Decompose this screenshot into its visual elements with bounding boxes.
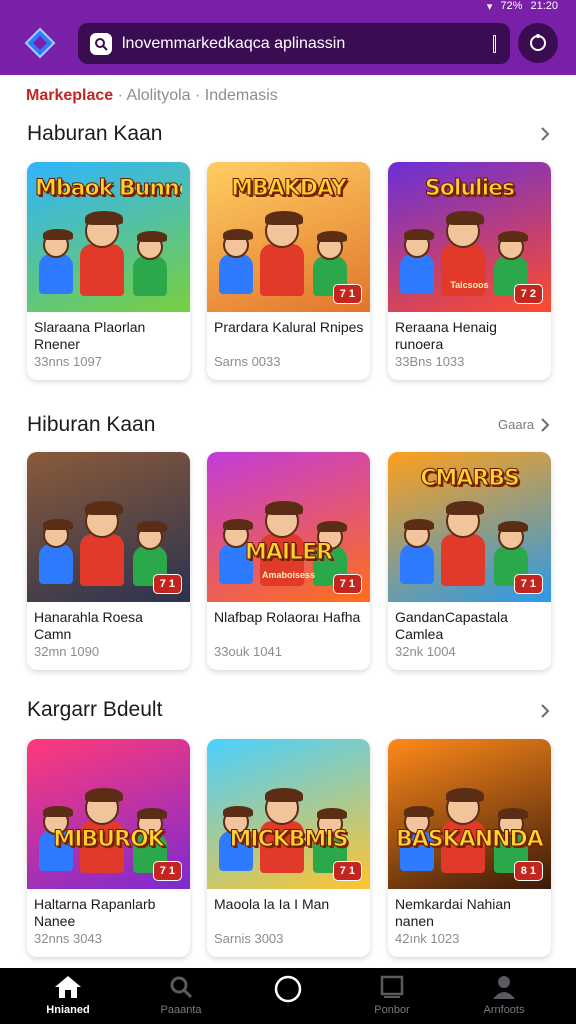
game-title[interactable]: Maoola la Ia I Man	[214, 896, 364, 913]
game-card[interactable]: BASKANNDAS 8 1 Nemkardai Nahian nanen 42ınk…	[388, 739, 551, 957]
game-logo-text: MBAKDAY	[231, 176, 348, 201]
voice-search-button[interactable]	[518, 23, 558, 63]
section-title: Hiburan Kaan	[27, 413, 156, 436]
nav-label: Hnianed	[46, 1004, 90, 1016]
nav-item-home[interactable]: Hnianed	[23, 974, 113, 1020]
game-logo-text: BASKANNDAS	[396, 827, 543, 852]
game-meta: 42ınk 1023	[395, 931, 460, 946]
game-title[interactable]: Haltarna Rapanlarb Nanee	[34, 896, 184, 930]
game-title[interactable]: Prardara Kalural Rnipes	[214, 319, 364, 336]
game-thumbnail[interactable]: CMARBS 7 1	[388, 452, 551, 602]
home-icon	[55, 976, 81, 998]
status-time: 21:20	[530, 0, 558, 12]
battery-label: 72%	[500, 0, 523, 12]
rating-badge: 7 1	[332, 861, 362, 881]
top-app-bar: ▾ 72% 21:20 lnovemmarkedkaqca aplinassin	[0, 0, 576, 75]
game-logo-text: MAILER	[244, 540, 333, 565]
chevron-right-icon[interactable]	[538, 704, 552, 718]
game-thumbnail[interactable]: MBAKDAY 7 1	[207, 162, 370, 312]
game-logo-text: Mbaok Bunnois!	[35, 176, 182, 201]
game-logo-text: MIBUROK	[53, 827, 165, 852]
game-title[interactable]: Nemkardai Nahian nanen	[395, 896, 545, 930]
game-meta: 32nns 3043	[34, 931, 102, 946]
game-card[interactable]: MICKBMIS 7 1 Maoola la Ia I Man Sarnis 3003	[207, 739, 370, 957]
square-icon	[380, 975, 404, 998]
game-meta: Sarns 0033	[214, 354, 281, 369]
rating-badge: 7 1	[513, 574, 543, 594]
game-thumbnail[interactable]: BASKANNDAS 8 1	[388, 739, 551, 889]
game-card[interactable]: Solulies Taicsoos 7 2 Reraana Henaig runoer…	[388, 162, 551, 380]
nav-label: Arnfoots	[483, 1004, 525, 1016]
section-title: Haburan Kaan	[27, 122, 163, 145]
text-cursor-icon	[493, 34, 496, 53]
game-card[interactable]: MAILER Amaboisess 7 1 Nlafbap Rolaoraı Hafh…	[207, 452, 370, 670]
refresh-icon	[530, 34, 546, 51]
bottom-navigation: Hnianed Paaanta Ponbor Arnfoots	[0, 968, 576, 1024]
game-meta: 33nns 1097	[34, 354, 102, 369]
app-logo-icon[interactable]	[24, 27, 56, 59]
game-thumbnail[interactable]: MAILER Amaboisess 7 1	[207, 452, 370, 602]
nav-label: Ponbor	[374, 1004, 410, 1016]
game-card[interactable]: CMARBS 7 1 GandanCapastala Camlea 32nk 1004	[388, 452, 551, 670]
search-bar[interactable]: lnovemmarkedkaqca aplinassin	[78, 23, 510, 64]
nav-label: Paaanta	[160, 1004, 202, 1016]
nav-item-library[interactable]: Ponbor	[347, 974, 437, 1020]
nav-item-search[interactable]: Paaanta	[136, 974, 226, 1020]
game-title[interactable]: Nlafbap Rolaoraı Hafha	[214, 609, 364, 626]
game-thumbnail[interactable]: MIBUROK 7 1	[27, 739, 190, 889]
see-all-link[interactable]: Gaara	[498, 417, 534, 432]
breadcrumb-separator: ·	[117, 87, 123, 104]
game-title[interactable]: Slaraana Plaorlan Rnener	[34, 319, 184, 353]
breadcrumb-marketplace[interactable]: Markeplace	[26, 87, 113, 104]
game-thumbnail[interactable]: MICKBMIS 7 1	[207, 739, 370, 889]
rating-badge: 7 1	[152, 861, 182, 881]
game-card[interactable]: 7 1 Hanarahla Roesa Camn 32mn 1090	[27, 452, 190, 670]
section-title: Kargarr Bdeult	[27, 698, 163, 721]
game-card[interactable]: MIBUROK 7 1 Haltarna Rapanlarb Nanee 32nns …	[27, 739, 190, 957]
rating-badge: 7 1	[332, 574, 362, 594]
rating-badge: 7 1	[332, 284, 362, 304]
nav-item-profile[interactable]: Arnfoots	[459, 974, 549, 1020]
rating-badge: 7 2	[513, 284, 543, 304]
game-thumbnail[interactable]: 7 1	[27, 452, 190, 602]
game-thumbnail[interactable]: Solulies Taicsoos 7 2	[388, 162, 551, 312]
rating-badge: 8 1	[513, 861, 543, 881]
game-card[interactable]: Mbaok Bunnois! Slaraana Plaorlan Rnener33…	[27, 162, 190, 380]
breadcrumb-rest[interactable]: Alolityola · Indemasis	[127, 87, 278, 104]
chevron-right-icon[interactable]	[538, 418, 552, 432]
wifi-icon: ▾	[486, 0, 493, 13]
game-thumbnail[interactable]: Mbaok Bunnois!	[27, 162, 190, 312]
game-logo-text: MICKBMIS	[229, 827, 349, 852]
breadcrumb: Markeplace · Alolityola · Indemasis	[26, 87, 278, 105]
game-card[interactable]: MBAKDAY 7 1 Prardara Kalural Rnipes Sarns 0…	[207, 162, 370, 380]
game-meta: 32mn 1090	[34, 644, 100, 659]
game-logo-text: Solulies	[424, 176, 515, 201]
search-input[interactable]: lnovemmarkedkaqca aplinassin	[122, 35, 493, 53]
chevron-right-icon[interactable]	[538, 127, 552, 141]
profile-icon	[493, 976, 515, 999]
game-meta: Sarnis 3003	[214, 931, 284, 946]
game-meta: 33ouk 1041	[214, 644, 282, 659]
rating-badge: 7 1	[152, 574, 182, 594]
game-title[interactable]: Hanarahla Roesa Camn	[34, 609, 184, 643]
game-title[interactable]: Reraana Henaig runoera	[395, 319, 545, 353]
game-meta: 32nk 1004	[395, 644, 456, 659]
game-meta: 33Bns 1033	[395, 354, 465, 369]
nav-item-system-home[interactable]	[243, 974, 333, 1020]
circle-home-icon	[274, 975, 302, 1003]
search-icon	[90, 32, 112, 55]
game-logo-subtext: Amaboisess	[261, 570, 316, 580]
game-logo-text: CMARBS	[420, 466, 521, 491]
search-icon	[170, 976, 193, 999]
game-logo-subtext: Taicsoos	[450, 280, 489, 290]
status-bar: ▾ 72% 21:20	[486, 0, 558, 13]
game-title[interactable]: GandanCapastala Camlea	[395, 609, 545, 643]
